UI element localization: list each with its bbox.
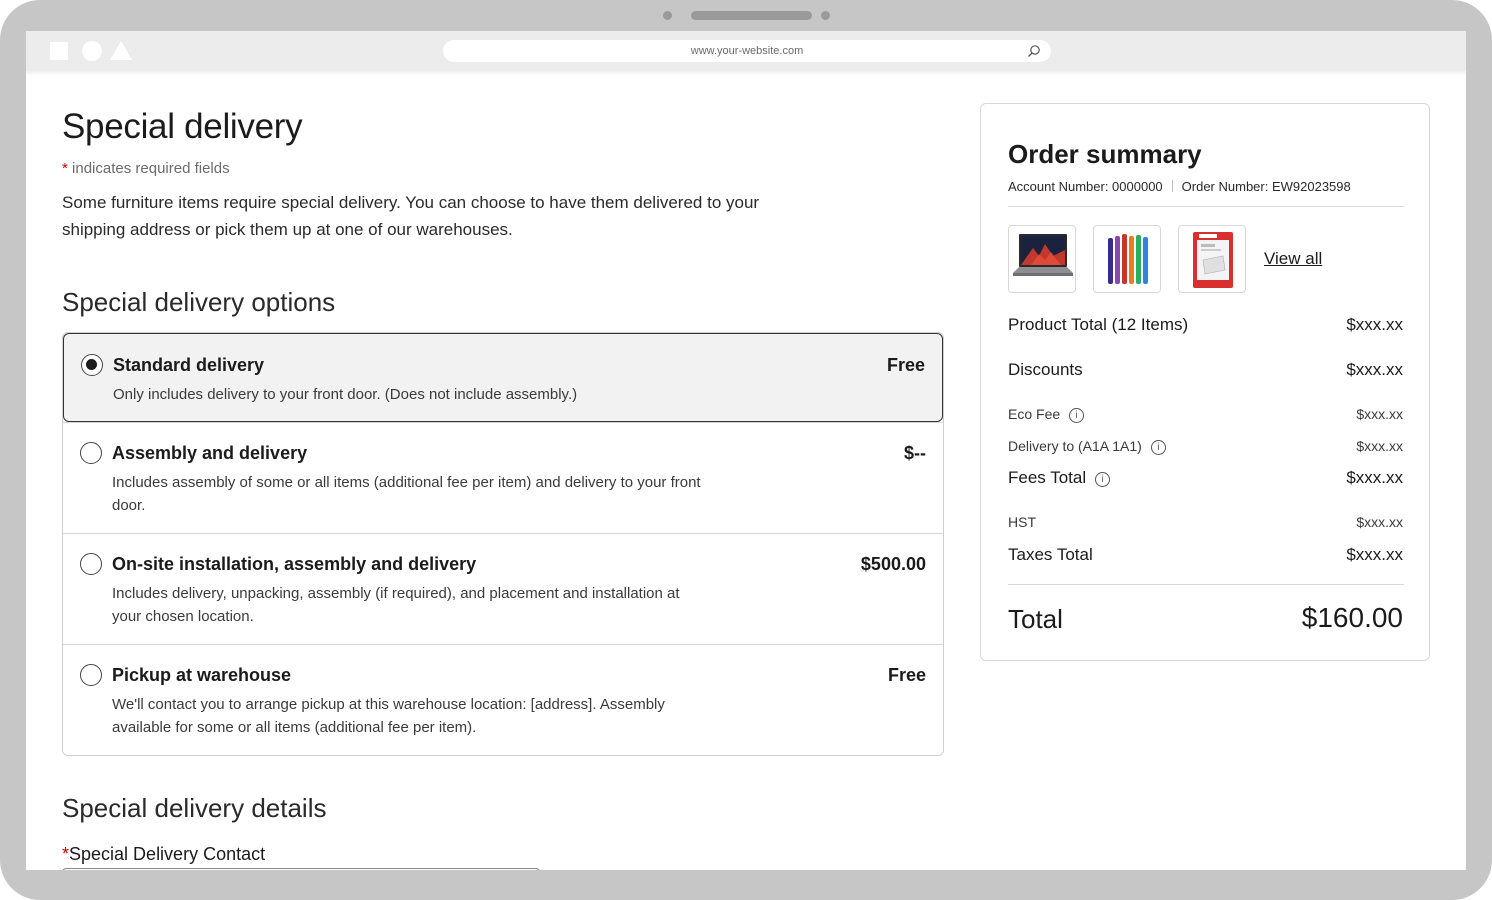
total-divider bbox=[1008, 584, 1404, 585]
total-value: $160.00 bbox=[1301, 602, 1403, 633]
speaker-bar bbox=[691, 11, 812, 20]
details-section-title: Special delivery details bbox=[62, 793, 327, 823]
required-fields-note: * indicates required fields bbox=[62, 160, 230, 177]
info-icon[interactable]: i bbox=[1150, 440, 1166, 455]
summary-divider bbox=[1008, 206, 1404, 207]
page-title: Special delivery bbox=[62, 107, 303, 146]
delivery-label: Delivery to (A1A 1A1) bbox=[1008, 438, 1142, 454]
info-icon[interactable]: i bbox=[1095, 472, 1111, 487]
address-url: www.your-website.com bbox=[690, 45, 804, 57]
address-bar[interactable]: www.your-website.com bbox=[443, 40, 1051, 62]
option-title: Assembly and delivery bbox=[112, 443, 308, 463]
option-price: Free bbox=[887, 665, 926, 685]
option-description: Includes assembly of some or all items (… bbox=[112, 474, 701, 514]
option-standard-delivery[interactable]: Standard delivery Free Only includes del… bbox=[63, 333, 943, 422]
option-description: Only includes delivery to your front doo… bbox=[113, 386, 578, 403]
option-description: Includes delivery, unpacking, assembly (… bbox=[112, 585, 680, 625]
fees-total-value: $xxx.xx bbox=[1346, 468, 1403, 487]
radio-assembly-and-delivery[interactable] bbox=[80, 442, 102, 464]
intro-text: Some furniture items require special del… bbox=[62, 193, 760, 239]
eco-fee-value: $xxx.xx bbox=[1356, 406, 1403, 422]
order-number: Order Number: EW92023598 bbox=[1181, 179, 1351, 194]
product-total-label: Product Total (12 Items) bbox=[1008, 315, 1189, 334]
order-meta: Account Number: 0000000 Order Number: EW9… bbox=[1008, 179, 1351, 194]
info-icon[interactable]: i bbox=[1069, 408, 1085, 423]
option-description: We'll contact you to arrange pickup at t… bbox=[112, 696, 665, 736]
option-price: Free bbox=[886, 355, 925, 375]
meta-separator bbox=[1171, 180, 1173, 192]
product-total-value: $xxx.xx bbox=[1346, 315, 1403, 334]
sensor-dot bbox=[821, 11, 830, 20]
eco-fee-row-label: Eco Fee i bbox=[1008, 406, 1085, 423]
radio-pickup-at-warehouse[interactable] bbox=[80, 664, 102, 686]
view-all-link[interactable]: View all bbox=[1264, 249, 1322, 269]
contact-field-label: *Special Delivery Contact bbox=[62, 844, 265, 865]
paper-ream-thumbnail[interactable] bbox=[1178, 225, 1246, 293]
camera-dot bbox=[663, 11, 672, 20]
option-title: Standard delivery bbox=[113, 355, 265, 375]
eco-fee-label: Eco Fee bbox=[1008, 406, 1061, 422]
browser-toolbar: www.your-website.com bbox=[26, 31, 1466, 71]
radio-onsite-installation[interactable] bbox=[80, 553, 102, 575]
discounts-label: Discounts bbox=[1008, 360, 1083, 379]
special-delivery-contact-input[interactable] bbox=[62, 868, 540, 870]
contact-label-text: Special Delivery Contact bbox=[69, 844, 266, 864]
pens-thumbnail[interactable] bbox=[1093, 225, 1161, 293]
option-price: $-- bbox=[904, 443, 926, 463]
fees-total-label: Fees Total bbox=[1008, 468, 1087, 487]
window-triangle-icon[interactable] bbox=[110, 41, 132, 60]
radio-standard-delivery[interactable] bbox=[81, 354, 103, 376]
browser-screen: www.your-website.com Special delivery * … bbox=[26, 31, 1466, 870]
taxes-total-label: Taxes Total bbox=[1008, 545, 1093, 564]
option-assembly-and-delivery[interactable]: Assembly and delivery $-- Includes assem… bbox=[63, 422, 943, 533]
hst-label: HST bbox=[1008, 514, 1036, 530]
options-section-title: Special delivery options bbox=[62, 287, 336, 317]
fees-total-row-label: Fees Total i bbox=[1008, 468, 1111, 488]
total-label: Total bbox=[1008, 604, 1063, 634]
required-note-text: indicates required fields bbox=[72, 160, 230, 177]
order-summary-card: Order summary Account Number: 0000000 Ord… bbox=[980, 103, 1430, 661]
option-onsite-installation[interactable]: On-site installation, assembly and deliv… bbox=[63, 533, 943, 644]
option-pickup-at-warehouse[interactable]: Pickup at warehouse Free We'll contact y… bbox=[63, 644, 943, 755]
order-summary-title: Order summary bbox=[1008, 139, 1202, 169]
laptop-image-icon bbox=[1013, 234, 1073, 276]
delivery-options-list: Standard delivery Free Only includes del… bbox=[62, 332, 944, 756]
delivery-value: $xxx.xx bbox=[1356, 438, 1403, 454]
account-number: Account Number: 0000000 bbox=[1008, 179, 1163, 194]
laptop-thumbnail[interactable] bbox=[1008, 225, 1076, 293]
paper-ream-image-icon bbox=[1193, 232, 1233, 288]
search-icon[interactable] bbox=[1027, 44, 1041, 58]
discounts-value: $xxx.xx bbox=[1346, 360, 1403, 379]
taxes-total-value: $xxx.xx bbox=[1346, 545, 1403, 564]
hst-value: $xxx.xx bbox=[1356, 514, 1403, 530]
window-circle-icon[interactable] bbox=[82, 41, 102, 61]
required-star: * bbox=[62, 844, 70, 864]
option-title: Pickup at warehouse bbox=[112, 665, 292, 685]
option-price: $500.00 bbox=[860, 554, 926, 574]
delivery-row-label: Delivery to (A1A 1A1) i bbox=[1008, 438, 1166, 455]
device-frame: www.your-website.com Special delivery * … bbox=[0, 0, 1492, 900]
option-title: On-site installation, assembly and deliv… bbox=[112, 554, 477, 574]
pens-image-icon bbox=[1108, 234, 1148, 284]
required-star: * bbox=[62, 160, 68, 177]
window-square-icon[interactable] bbox=[50, 42, 68, 60]
